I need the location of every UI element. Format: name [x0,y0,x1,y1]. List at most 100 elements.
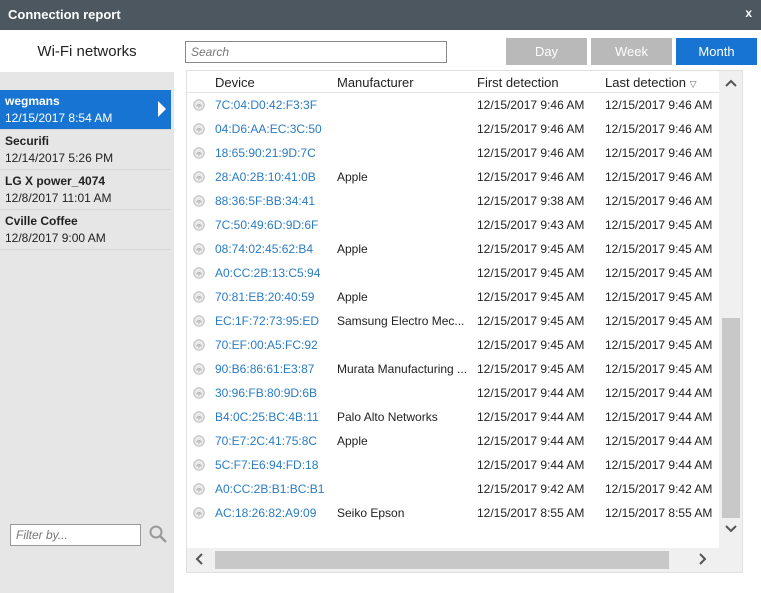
network-name: Cville Coffee [5,214,78,228]
network-item[interactable]: Cville Coffee 12/8/2017 9:00 AM [0,210,171,250]
search-icon[interactable] [148,524,168,544]
table-row[interactable]: 70:81:EB:20:40:59 Apple 12/15/2017 9:45 AM… [187,285,719,309]
device-icon [193,147,205,159]
device-manufacturer: Palo Alto Networks [337,410,438,424]
table-row[interactable]: 08:74:02:45:62:B4 Apple 12/15/2017 9:45 AM… [187,237,719,261]
last-detection: 12/15/2017 9:46 AM [605,194,713,208]
scroll-left-icon[interactable] [195,553,203,565]
week-button[interactable]: Week [591,38,672,65]
network-item[interactable]: Securifi 12/14/2017 5:26 PM [0,130,171,170]
table-row[interactable]: A0:CC:2B:13:C5:94 12/15/2017 9:45 AM 12/15… [187,261,719,285]
last-detection: 12/15/2017 9:44 AM [605,386,713,400]
network-date: 12/15/2017 8:54 AM [5,111,113,125]
scroll-up-icon[interactable] [725,79,737,87]
network-item[interactable]: LG X power_4074 12/8/2017 11:01 AM [0,170,171,210]
network-name: LG X power_4074 [5,174,106,188]
column-header-first-detection[interactable]: First detection [477,75,601,90]
column-header-device[interactable]: Device [215,75,335,90]
device-manufacturer: Apple [337,290,368,304]
table-row[interactable]: 88:36:5F:BB:34:41 12/15/2017 9:38 AM 12/15… [187,189,719,213]
network-name: wegmans [5,94,60,108]
table-row[interactable]: B4:0C:25:BC:4B:11 Palo Alto Networks 12/15… [187,405,719,429]
last-detection: 12/15/2017 9:45 AM [605,266,713,280]
device-icon [193,411,205,423]
table-row[interactable]: 04:D6:AA:EC:3C:50 12/15/2017 9:46 AM 12/15… [187,117,719,141]
device-mac[interactable]: 30:96:FB:80:9D:6B [215,386,335,400]
table-row[interactable]: EC:1F:72:73:95:ED Samsung Electro Mec... 1… [187,309,719,333]
scroll-down-icon[interactable] [725,525,737,533]
network-item[interactable]: wegmans 12/15/2017 8:54 AM [0,90,171,130]
table-row[interactable]: 5C:F7:E6:94:FD:18 12/15/2017 9:44 AM 12/15… [187,453,719,477]
last-detection: 12/15/2017 9:45 AM [605,314,713,328]
search-input[interactable]: Search [185,41,447,63]
column-header-last-detection[interactable]: Last detection ▽ [605,75,719,90]
last-detection: 12/15/2017 9:46 AM [605,170,713,184]
table-row[interactable]: 18:65:90:21:9D:7C 12/15/2017 9:46 AM 12/15… [187,141,719,165]
table-row[interactable]: 70:EF:00:A5:FC:92 12/15/2017 9:45 AM 12/15… [187,333,719,357]
first-detection: 12/15/2017 9:44 AM [477,458,585,472]
device-icon [193,123,205,135]
device-mac[interactable]: A0:CC:2B:B1:BC:B1 [215,482,335,496]
table-body: 7C:04:D0:42:F3:3F 12/15/2017 9:46 AM 12/15… [187,93,719,525]
day-button[interactable]: Day [506,38,587,65]
device-mac[interactable]: 18:65:90:21:9D:7C [215,146,335,160]
table-row[interactable]: 7C:50:49:6D:9D:6F 12/15/2017 9:43 AM 12/15… [187,213,719,237]
last-detection: 12/15/2017 9:45 AM [605,338,713,352]
device-mac[interactable]: 7C:04:D0:42:F3:3F [215,98,335,112]
device-icon [193,435,205,447]
first-detection: 12/15/2017 9:44 AM [477,434,585,448]
device-mac[interactable]: 7C:50:49:6D:9D:6F [215,218,335,232]
scroll-right-icon[interactable] [699,553,707,565]
table-row[interactable]: 70:E7:2C:41:75:8C Apple 12/15/2017 9:44 AM… [187,429,719,453]
last-detection: 12/15/2017 9:42 AM [605,482,713,496]
title-bar: Connection report x [0,0,761,30]
table-row[interactable]: 90:B6:86:61:E3:87 Murata Manufacturing ..… [187,357,719,381]
device-mac[interactable]: 70:81:EB:20:40:59 [215,290,335,304]
device-mac[interactable]: 70:E7:2C:41:75:8C [215,434,335,448]
device-icon [193,99,205,111]
device-manufacturer: Samsung Electro Mec... [337,314,465,328]
filter-input[interactable]: Filter by... [10,524,141,546]
scrollbar-corner [719,548,742,572]
last-detection: 12/15/2017 9:46 AM [605,146,713,160]
table-row[interactable]: AC:18:26:82:A9:09 Seiko Epson 12/15/2017 8… [187,501,719,525]
table-row[interactable]: 28:A0:2B:10:41:0B Apple 12/15/2017 9:46 AM… [187,165,719,189]
device-icon [193,483,205,495]
vertical-scroll-thumb[interactable] [722,318,740,518]
device-mac[interactable]: EC:1F:72:73:95:ED [215,314,335,328]
device-mac[interactable]: 5C:F7:E6:94:FD:18 [215,458,335,472]
table-row[interactable]: 7C:04:D0:42:F3:3F 12/15/2017 9:46 AM 12/15… [187,93,719,117]
device-icon [193,171,205,183]
close-button[interactable]: x [745,6,752,20]
table-row[interactable]: 30:96:FB:80:9D:6B 12/15/2017 9:44 AM 12/15… [187,381,719,405]
device-mac[interactable]: AC:18:26:82:A9:09 [215,506,335,520]
device-mac[interactable]: 28:A0:2B:10:41:0B [215,170,335,184]
device-mac[interactable]: 90:B6:86:61:E3:87 [215,362,335,376]
device-mac[interactable]: B4:0C:25:BC:4B:11 [215,410,335,424]
column-header-manufacturer[interactable]: Manufacturer [337,75,471,90]
last-detection: 12/15/2017 9:45 AM [605,362,713,376]
device-icon [193,507,205,519]
device-mac[interactable]: 08:74:02:45:62:B4 [215,242,335,256]
window-title: Connection report [8,7,121,22]
horizontal-scrollbar[interactable] [187,548,719,572]
horizontal-scroll-thumb[interactable] [215,551,669,569]
devices-table: Device Manufacturer First detection Last… [186,70,743,573]
device-mac[interactable]: 04:D6:AA:EC:3C:50 [215,122,335,136]
vertical-scrollbar[interactable] [719,71,742,548]
device-manufacturer: Apple [337,170,368,184]
table-row[interactable]: A0:CC:2B:B1:BC:B1 12/15/2017 9:42 AM 12/15… [187,477,719,501]
network-date: 12/8/2017 11:01 AM [5,191,112,205]
first-detection: 12/15/2017 9:46 AM [477,122,585,136]
last-detection: 12/15/2017 9:46 AM [605,98,713,112]
device-mac[interactable]: 70:EF:00:A5:FC:92 [215,338,335,352]
month-button[interactable]: Month [676,38,757,65]
first-detection: 12/15/2017 9:44 AM [477,386,585,400]
device-manufacturer: Murata Manufacturing ... [337,362,468,376]
sort-desc-icon: ▽ [689,79,697,89]
device-icon [193,315,205,327]
first-detection: 12/15/2017 9:46 AM [477,170,585,184]
device-mac[interactable]: A0:CC:2B:13:C5:94 [215,266,335,280]
device-icon [193,339,205,351]
device-mac[interactable]: 88:36:5F:BB:34:41 [215,194,335,208]
